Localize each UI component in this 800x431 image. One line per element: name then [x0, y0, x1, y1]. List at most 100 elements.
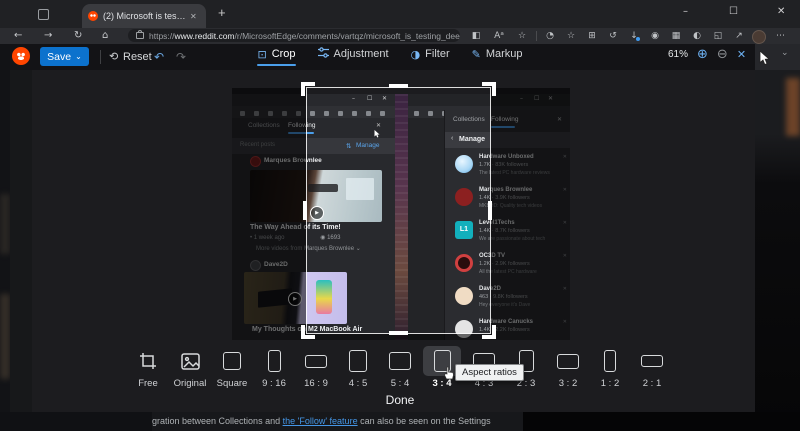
aspect-ratio-original[interactable]: Original	[169, 346, 211, 389]
aspect-ratio-1-2[interactable]: 1 : 2	[589, 346, 631, 389]
ratio-icon	[255, 346, 293, 376]
reddit-favicon	[88, 11, 98, 21]
crop-handle-top-right[interactable]	[482, 82, 496, 96]
forward-icon[interactable]: →	[44, 28, 52, 44]
crop-dim-left	[232, 88, 306, 340]
tab-title: (2) Microsoft is testing deeper in	[103, 11, 187, 21]
profile-avatar[interactable]	[752, 30, 766, 44]
lock-icon	[136, 32, 144, 39]
url-text: https://www.reddit.com/r/MicrosoftEdge/c…	[149, 31, 460, 41]
hand-cursor	[443, 366, 455, 380]
aspect-ratio-5-4[interactable]: 5 : 4	[379, 346, 421, 389]
split-screen-icon[interactable]: ◱	[710, 28, 726, 44]
ratio-icon	[129, 346, 167, 376]
page-body-text: gration between Collections and the 'Fol…	[152, 416, 491, 426]
ratio-label: 3 : 2	[559, 378, 578, 389]
aspect-ratio-2-1[interactable]: 2 : 1	[631, 346, 673, 389]
toolbar-divider	[536, 31, 537, 41]
zoom-in-icon[interactable]: ⊕	[697, 47, 708, 62]
editor-tab-crop[interactable]: ⊡ Crop	[257, 47, 295, 66]
add-favorite-icon[interactable]: ☆	[514, 28, 530, 44]
canvas-left-shade	[10, 70, 32, 412]
back-icon[interactable]: ←	[14, 28, 22, 44]
ratio-icon	[381, 346, 419, 376]
zoom-out-icon[interactable]: ⊖	[717, 47, 728, 62]
ratio-label: 1 : 2	[601, 378, 620, 389]
aspect-ratio-4-5[interactable]: 4 : 5	[337, 346, 379, 389]
tab-close-icon[interactable]: ✕	[190, 12, 197, 21]
browser-tab[interactable]: (2) Microsoft is testing deeper in ✕	[82, 4, 206, 28]
page-left-sliver	[0, 44, 10, 431]
shield-icon[interactable]: ◉	[647, 28, 663, 44]
page-right-strip: ⌄	[755, 44, 800, 431]
editor-tab-filter[interactable]: ◑Filter	[411, 47, 450, 66]
ratio-label: 5 : 4	[391, 378, 410, 389]
editor-tabs: ⊡ Crop Adjustment ◑Filter ✎ Markup	[0, 47, 780, 66]
crop-label: Crop	[272, 48, 296, 60]
filter-label: Filter	[425, 48, 449, 60]
copilot-icon[interactable]: ◐	[689, 28, 705, 44]
crop-handle-right[interactable]	[488, 201, 492, 220]
aspect-ratio-bar: Free Original Square 9 : 16 16 : 9 4 : 5 5 : 4…	[127, 346, 673, 389]
crop-handle-top[interactable]	[389, 84, 408, 88]
crop-box[interactable]	[306, 87, 491, 334]
aspect-ratio-square[interactable]: Square	[211, 346, 253, 389]
editor-close-icon[interactable]: ✕	[737, 48, 746, 61]
adjustment-label: Adjustment	[334, 48, 389, 60]
mouse-cursor-arrow	[759, 51, 770, 66]
ratio-icon	[591, 346, 629, 376]
ratio-label: Square	[217, 378, 248, 389]
crop-handle-top-left[interactable]	[301, 82, 315, 96]
window-minimize-button[interactable]: –	[683, 6, 688, 17]
favorites-icon[interactable]: ☆	[563, 28, 579, 44]
browser-titlebar: (2) Microsoft is testing deeper in ✕ + –…	[0, 0, 800, 28]
ratio-icon	[549, 346, 587, 376]
crop-handle-bottom[interactable]	[389, 331, 408, 335]
ratio-icon	[213, 346, 251, 376]
ratio-icon	[633, 346, 671, 376]
refresh-icon[interactable]: ↻	[74, 28, 82, 44]
downloads-icon[interactable]: ↓	[626, 28, 642, 44]
crop-handle-bottom-right[interactable]	[482, 325, 496, 339]
address-bar[interactable]: https://www.reddit.com/r/MicrosoftEdge/c…	[128, 29, 460, 42]
aspect-ratio-9-16[interactable]: 9 : 16	[253, 346, 295, 389]
window-maximize-button[interactable]: ☐	[729, 6, 738, 17]
ratio-label: Original	[174, 378, 207, 389]
read-aloud-icon[interactable]: Aᵃ	[491, 28, 507, 44]
markup-icon: ✎	[472, 48, 481, 61]
home-icon[interactable]: ⌂	[102, 28, 108, 44]
aspect-ratio-free[interactable]: Free	[127, 346, 169, 389]
adjustment-icon	[318, 47, 329, 61]
editor-zoom-controls: 61% ⊕ ⊖ ✕	[668, 47, 746, 62]
follow-feature-link[interactable]: the 'Follow' feature	[283, 416, 358, 426]
aspect-ratios-tooltip: Aspect ratios	[455, 364, 524, 381]
settings-menu-icon[interactable]: ⋯	[776, 28, 785, 44]
aspect-ratio-3-2[interactable]: 3 : 2	[547, 346, 589, 389]
new-tab-button[interactable]: +	[218, 5, 226, 20]
crop-icon: ⊡	[257, 48, 266, 61]
ratio-label: 9 : 16	[262, 378, 286, 389]
browser-essentials-icon[interactable]: ◔	[542, 28, 558, 44]
ratio-icon	[297, 346, 335, 376]
tab-actions-icon[interactable]	[38, 9, 49, 20]
screen: (2) Microsoft is testing deeper in ✕ + –…	[0, 0, 800, 431]
page-chevron-icon: ⌄	[781, 48, 789, 58]
split-tab-icon[interactable]: ◧	[468, 28, 484, 44]
crop-handle-bottom-left[interactable]	[301, 325, 315, 339]
crop-handle-left[interactable]	[303, 201, 307, 220]
crop-dim-right	[491, 88, 570, 340]
ratio-icon	[171, 346, 209, 376]
window-close-button[interactable]: ✕	[777, 6, 785, 17]
collections-icon[interactable]: ⊞	[584, 28, 600, 44]
done-button[interactable]: Done	[0, 393, 800, 407]
share-icon[interactable]: ↗	[731, 28, 747, 44]
aspect-ratio-16-9[interactable]: 16 : 9	[295, 346, 337, 389]
ratio-label: Free	[138, 378, 158, 389]
page-bottom-strip: gration between Collections and the 'Fol…	[0, 412, 800, 431]
editor-tab-markup[interactable]: ✎ Markup	[472, 47, 523, 66]
markup-label: Markup	[486, 48, 523, 60]
history-icon[interactable]: ↺	[605, 28, 621, 44]
apps-icon[interactable]: ▦	[668, 28, 684, 44]
ratio-label: 16 : 9	[304, 378, 328, 389]
editor-tab-adjustment[interactable]: Adjustment	[318, 47, 389, 66]
